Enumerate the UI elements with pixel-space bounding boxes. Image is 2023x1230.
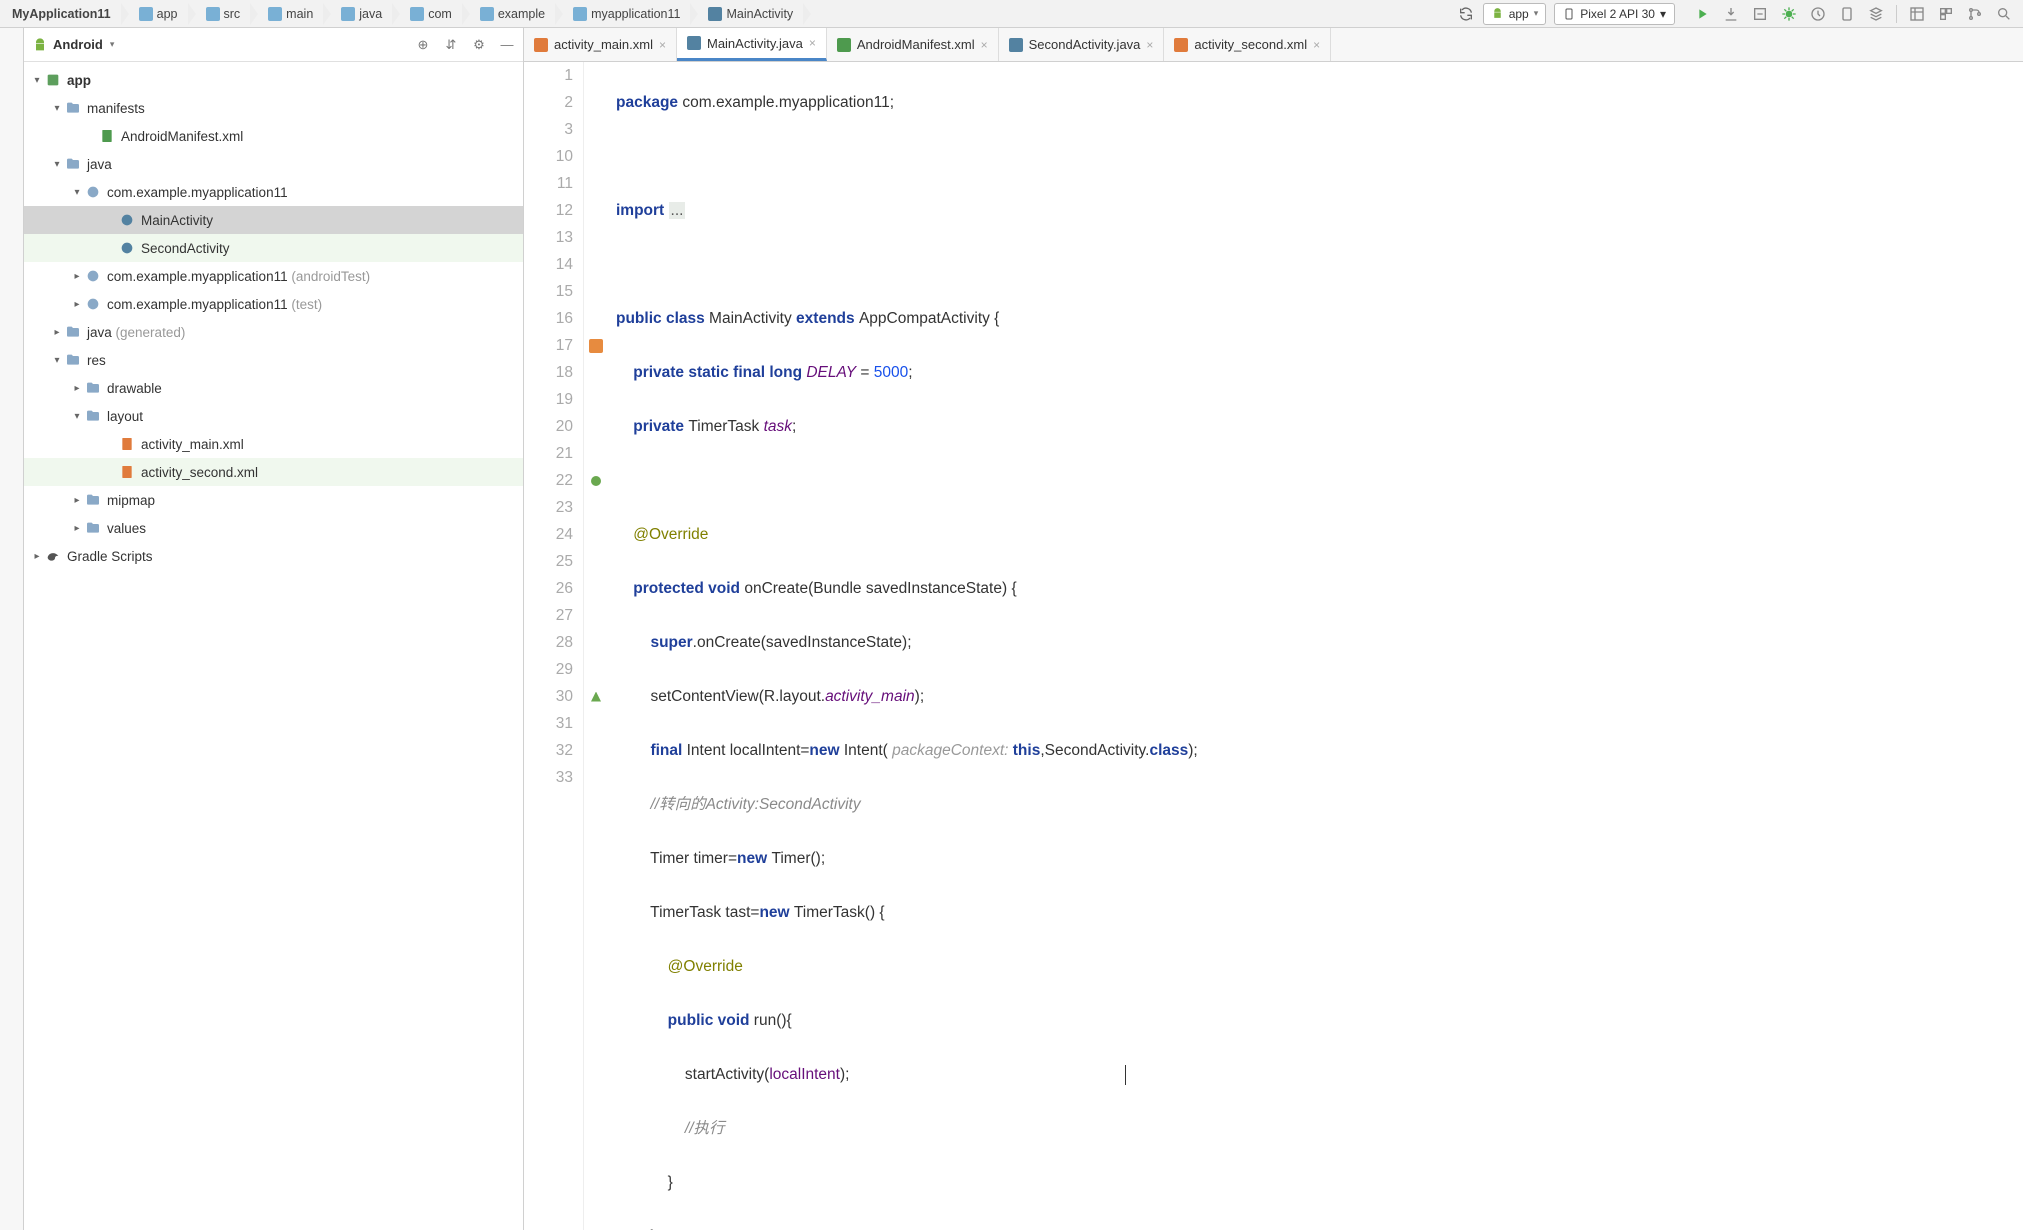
run-icon[interactable] [1693,5,1711,23]
tree-node-second-activity[interactable]: SecondActivity [24,234,523,262]
tree-node-res[interactable]: res [24,346,523,374]
tree-node-layout[interactable]: layout [24,402,523,430]
tab-mainactivity[interactable]: MainActivity.java× [677,28,827,61]
editor: activity_main.xml× MainActivity.java× An… [524,28,2023,1230]
project-view-select[interactable]: Android▾ [32,37,114,53]
avd-icon[interactable] [1838,5,1856,23]
code-editor[interactable]: 1231011121314151617181920212223242526272… [524,62,2023,1230]
android-icon [32,37,48,53]
tree-node-drawable[interactable]: drawable [24,374,523,402]
close-icon[interactable]: × [659,38,666,52]
android-icon [1491,7,1504,20]
crumb-app[interactable]: app [121,1,188,27]
crumb-class[interactable]: MainActivity [690,1,803,27]
tree-node-values[interactable]: values [24,514,523,542]
chevron-down-icon: ▾ [1534,8,1539,19]
manifest-icon [837,38,851,52]
apply-code-icon[interactable] [1751,5,1769,23]
hide-icon[interactable]: — [499,37,515,53]
search-icon[interactable] [1995,5,2013,23]
device-label: Pixel 2 API 30 [1580,7,1655,21]
close-icon[interactable]: × [981,38,988,52]
crumb-src[interactable]: src [188,1,251,27]
crumb-java[interactable]: java [323,1,392,27]
tab-activity-second[interactable]: activity_second.xml× [1164,28,1331,61]
sdk-icon[interactable] [1867,5,1885,23]
implements-marker-icon[interactable] [591,692,601,702]
breadcrumb: MyApplication11 app src main java com ex… [0,1,1449,27]
crumb-main[interactable]: main [250,1,323,27]
profile-icon[interactable] [1809,5,1827,23]
resource-manager-icon[interactable] [1937,5,1955,23]
close-icon[interactable]: × [1313,38,1320,52]
close-icon[interactable]: × [809,36,816,50]
run-config-label: app [1509,7,1529,21]
tool-window-strip[interactable] [0,28,24,1230]
tab-manifest[interactable]: AndroidManifest.xml× [827,28,999,61]
tree-node-pkg-test[interactable]: com.example.myapplication11 (test) [24,290,523,318]
gutter-icons [584,62,608,1230]
chevron-down-icon: ▾ [1660,7,1666,21]
tree-node-app[interactable]: app [24,66,523,94]
tree-node-pkg-androidtest[interactable]: com.example.myapplication11 (androidTest… [24,262,523,290]
tree-node-manifests[interactable]: manifests [24,94,523,122]
gear-icon[interactable]: ⚙ [471,37,487,53]
editor-tabs: activity_main.xml× MainActivity.java× An… [524,28,2023,62]
top-navbar: MyApplication11 app src main java com ex… [0,0,2023,28]
tab-secondactivity[interactable]: SecondActivity.java× [999,28,1165,61]
collapse-icon[interactable]: ⇵ [443,37,459,53]
phone-icon [1563,7,1575,21]
tree-node-java[interactable]: java [24,150,523,178]
project-tree: app manifests AndroidManifest.xml java c… [24,62,523,1230]
xml-icon [534,38,548,52]
xml-icon [1174,38,1188,52]
crumb-com[interactable]: com [392,1,462,27]
crumb-pkg[interactable]: myapplication11 [555,1,690,27]
code-content[interactable]: package com.example.myapplication11; imp… [608,62,2023,1230]
tab-activity-main[interactable]: activity_main.xml× [524,28,677,61]
java-icon [1009,38,1023,52]
debug-icon[interactable] [1780,5,1798,23]
tree-node-gradle[interactable]: Gradle Scripts [24,542,523,570]
run-config-select[interactable]: app ▾ [1483,3,1547,25]
tree-node-manifest-file[interactable]: AndroidManifest.xml [24,122,523,150]
tree-node-mipmap[interactable]: mipmap [24,486,523,514]
close-icon[interactable]: × [1146,38,1153,52]
crumb-example[interactable]: example [462,1,555,27]
tree-node-main-activity[interactable]: MainActivity [24,206,523,234]
locate-icon[interactable]: ⊕ [415,37,431,53]
tree-node-java-gen[interactable]: java (generated) [24,318,523,346]
java-icon [687,36,701,50]
git-icon[interactable] [1966,5,1984,23]
tree-node-layout-second[interactable]: activity_second.xml [24,458,523,486]
sync-icon[interactable] [1457,5,1475,23]
apply-changes-icon[interactable] [1722,5,1740,23]
crumb-project[interactable]: MyApplication11 [4,1,121,27]
line-gutter: 1231011121314151617181920212223242526272… [524,62,584,1230]
layout-inspector-icon[interactable] [1908,5,1926,23]
tree-node-pkg-main[interactable]: com.example.myapplication11 [24,178,523,206]
project-sidebar: Android▾ ⊕ ⇵ ⚙ — app manifests AndroidMa… [24,28,524,1230]
device-select[interactable]: Pixel 2 API 30 ▾ [1554,3,1675,25]
run-toolbar: app ▾ Pixel 2 API 30 ▾ [1449,3,1683,25]
override-marker-icon[interactable] [591,476,601,486]
override-icon[interactable] [589,339,603,353]
tree-node-layout-main[interactable]: activity_main.xml [24,430,523,458]
toolbar-right [1683,5,2023,23]
